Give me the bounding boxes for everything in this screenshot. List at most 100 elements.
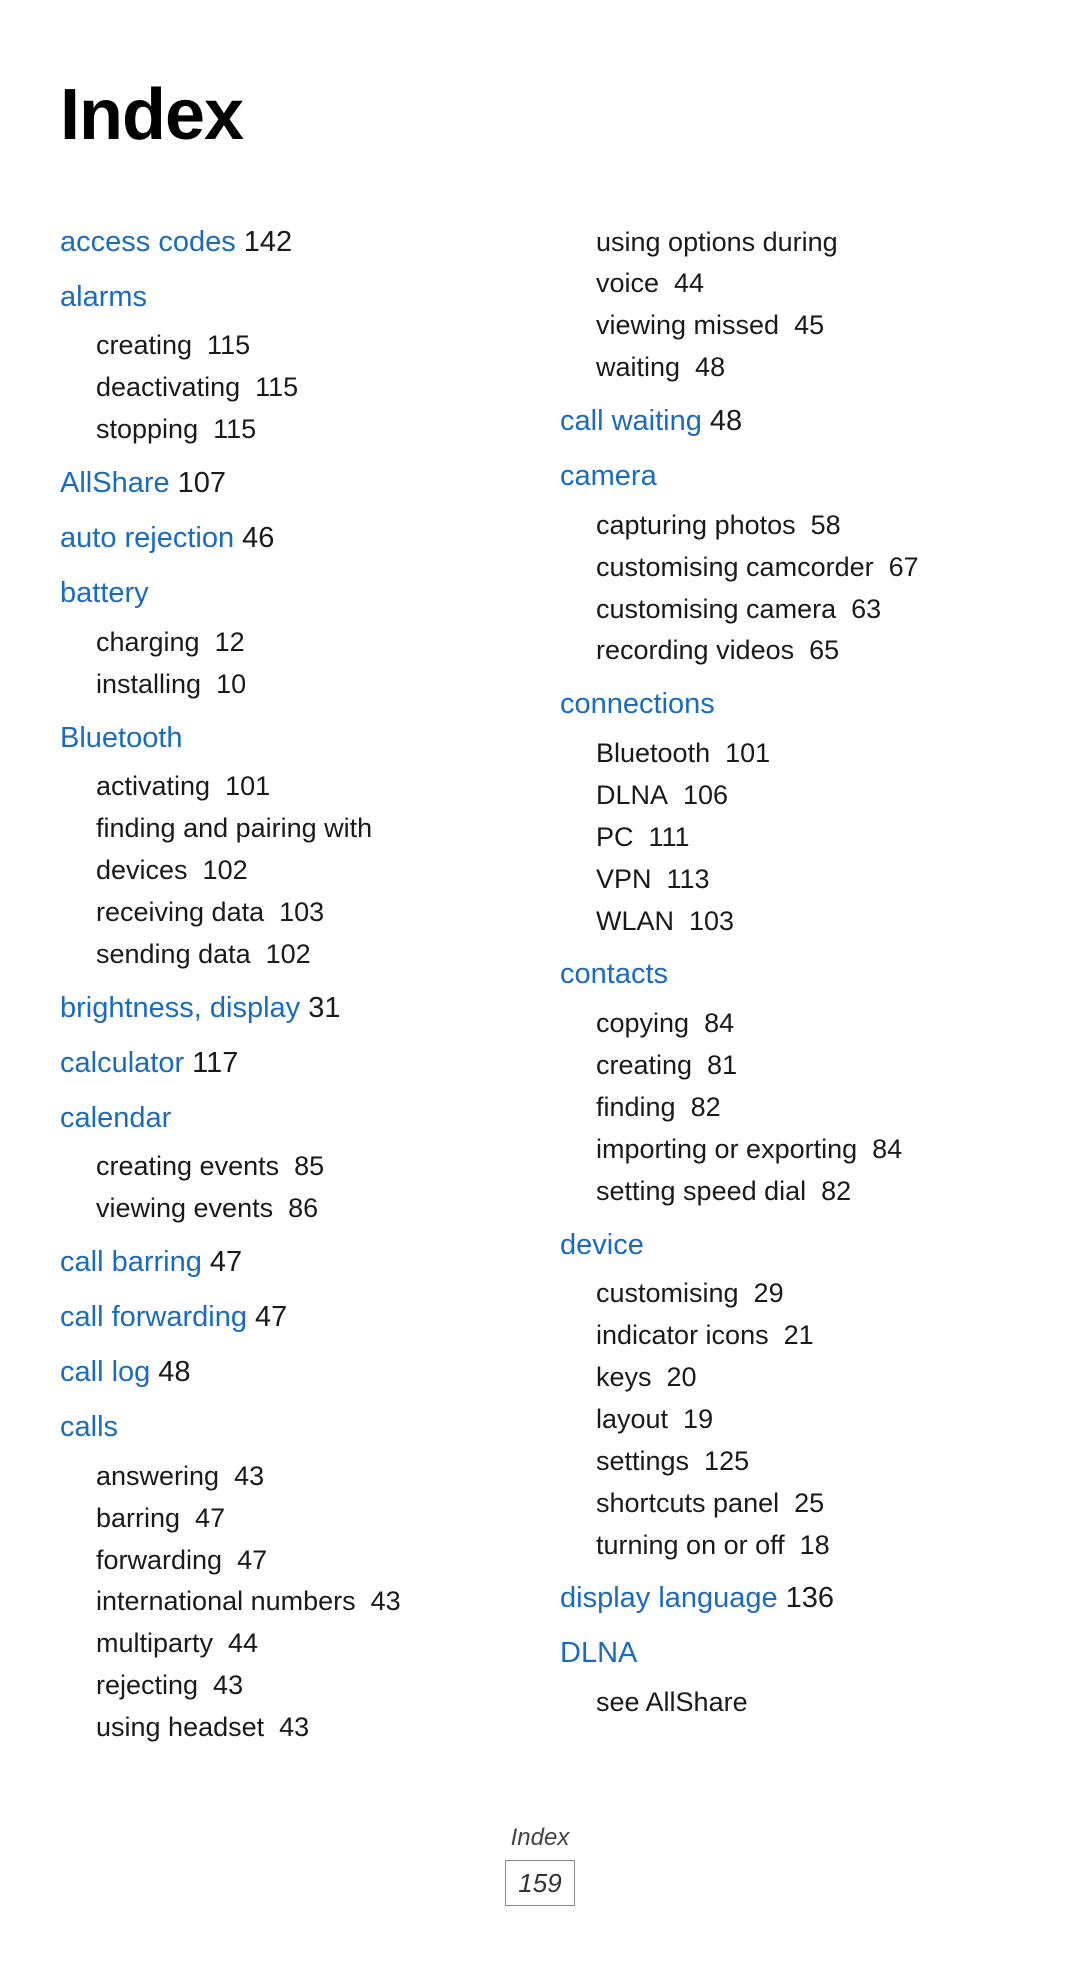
entry-heading: Bluetooth	[60, 722, 183, 754]
sub-item: customising camcorder 67	[596, 547, 1020, 589]
sub-item: deactivating 115	[96, 367, 520, 409]
entry-heading: connections	[560, 688, 715, 720]
sub-items-list: using options duringvoice 44viewing miss…	[596, 222, 1020, 389]
sub-item: using headset 43	[96, 1707, 520, 1749]
entry-heading-num: 136	[786, 1582, 834, 1614]
sub-item: layout 19	[596, 1399, 1020, 1441]
index-entry: call waiting48	[560, 399, 1020, 444]
entry-heading-num: 47	[255, 1301, 287, 1333]
entry-heading: calls	[60, 1411, 118, 1443]
index-entry: contacts copying 84creating 81finding 82i…	[560, 952, 1020, 1212]
sub-item: international numbers 43	[96, 1581, 520, 1623]
sub-item: charging 12	[96, 622, 520, 664]
sub-item: turning on or off 18	[596, 1525, 1020, 1567]
sub-item: indicator icons 21	[596, 1315, 1020, 1357]
sub-item: forwarding 47	[96, 1540, 520, 1582]
sub-item: creating 81	[596, 1045, 1020, 1087]
sub-item: voice 44	[596, 263, 1020, 305]
entry-heading-num: 47	[210, 1246, 242, 1278]
sub-items-list: Bluetooth 101DLNA 106PC 111VPN 113WLAN 1…	[596, 733, 1020, 942]
entry-heading-num: 31	[308, 992, 340, 1024]
entry-heading-num: 46	[242, 522, 274, 554]
sub-item: capturing photos 58	[596, 505, 1020, 547]
entry-heading: device	[560, 1229, 644, 1261]
index-entry: call forwarding47	[60, 1295, 520, 1340]
index-entry: using options duringvoice 44viewing miss…	[560, 222, 1020, 389]
entry-heading: auto rejection	[60, 522, 234, 554]
entry-heading-num: 107	[178, 467, 226, 499]
sub-item: importing or exporting 84	[596, 1129, 1020, 1171]
entry-heading: call barring	[60, 1246, 202, 1278]
sub-item: installing 10	[96, 664, 520, 706]
sub-item: sending data 102	[96, 934, 520, 976]
index-entry: calendar creating events 85viewing events…	[60, 1096, 520, 1231]
entry-heading: call forwarding	[60, 1301, 247, 1333]
sub-item: activating 101	[96, 766, 520, 808]
index-entry: battery charging 12installing 10	[60, 571, 520, 706]
index-entry: brightness, display31	[60, 986, 520, 1031]
sub-item: stopping 115	[96, 409, 520, 451]
sub-item: viewing events 86	[96, 1188, 520, 1230]
sub-item: waiting 48	[596, 347, 1020, 389]
index-entry: AllShare107	[60, 461, 520, 506]
right-column: using options duringvoice 44viewing miss…	[550, 220, 1020, 1759]
index-entry: call barring47	[60, 1240, 520, 1285]
index-columns: access codes142 alarms creating 115deactiv…	[60, 220, 1020, 1759]
sub-items-list: see AllShare	[596, 1682, 1020, 1724]
sub-items-list: creating events 85viewing events 86	[96, 1146, 520, 1230]
index-entry: connections Bluetooth 101DLNA 106PC 111VP…	[560, 682, 1020, 942]
sub-item: Bluetooth 101	[596, 733, 1020, 775]
index-entry: cameracapturing photos 58customising cam…	[560, 454, 1020, 672]
sub-item: receiving data 103	[96, 892, 520, 934]
entry-heading: contacts	[560, 958, 668, 990]
sub-item: using options during	[596, 222, 1020, 264]
sub-item: customising 29	[596, 1273, 1020, 1315]
footer-label: Index	[60, 1819, 1020, 1856]
index-entry: auto rejection46	[60, 516, 520, 561]
sub-item: VPN 113	[596, 859, 1020, 901]
sub-item: finding and pairing with devices 102	[96, 808, 520, 892]
entry-heading-num: 142	[244, 226, 292, 258]
entry-heading: brightness, display	[60, 992, 300, 1024]
index-entry: display language136	[560, 1576, 1020, 1621]
sub-items-list: customising 29indicator icons 21keys 20l…	[596, 1273, 1020, 1566]
entry-heading: calculator	[60, 1047, 184, 1079]
entry-heading-num: 48	[158, 1356, 190, 1388]
sub-item: keys 20	[596, 1357, 1020, 1399]
sub-items-list: answering 43barring 47forwarding 47inter…	[96, 1456, 520, 1749]
sub-item: shortcuts panel 25	[596, 1483, 1020, 1525]
sub-item: multiparty 44	[96, 1623, 520, 1665]
sub-item: PC 111	[596, 817, 1020, 859]
sub-item: DLNA 106	[596, 775, 1020, 817]
index-entry: access codes142	[60, 220, 520, 265]
entry-heading: alarms	[60, 281, 147, 313]
sub-items-list: charging 12installing 10	[96, 622, 520, 706]
sub-item: answering 43	[96, 1456, 520, 1498]
sub-item: copying 84	[596, 1003, 1020, 1045]
index-entry: DLNAsee AllShare	[560, 1631, 1020, 1724]
sub-item: recording videos 65	[596, 630, 1020, 672]
entry-heading: AllShare	[60, 467, 170, 499]
sub-item: settings 125	[596, 1441, 1020, 1483]
entry-heading: camera	[560, 460, 657, 492]
entry-heading: call waiting	[560, 405, 702, 437]
sub-item: see AllShare	[596, 1682, 1020, 1724]
index-entry: alarms creating 115deactivating 115stoppi…	[60, 275, 520, 451]
entry-heading: access codes	[60, 226, 236, 258]
sub-item: customising camera 63	[596, 589, 1020, 631]
sub-item: rejecting 43	[96, 1665, 520, 1707]
sub-item: setting speed dial 82	[596, 1171, 1020, 1213]
index-entry: calculator117	[60, 1041, 520, 1086]
sub-items-list: creating 115deactivating 115stopping 115	[96, 325, 520, 451]
sub-items-list: activating 101finding and pairing with d…	[96, 766, 520, 975]
footer-page: 159	[505, 1860, 574, 1906]
sub-items-list: copying 84creating 81finding 82importing…	[596, 1003, 1020, 1212]
left-column: access codes142 alarms creating 115deactiv…	[60, 220, 550, 1759]
entry-heading: calendar	[60, 1102, 171, 1134]
sub-items-list: capturing photos 58customising camcorder…	[596, 505, 1020, 672]
sub-item: finding 82	[596, 1087, 1020, 1129]
footer: Index 159	[60, 1819, 1020, 1906]
page-title: Index	[60, 60, 1020, 172]
entry-heading: battery	[60, 577, 149, 609]
sub-item: barring 47	[96, 1498, 520, 1540]
